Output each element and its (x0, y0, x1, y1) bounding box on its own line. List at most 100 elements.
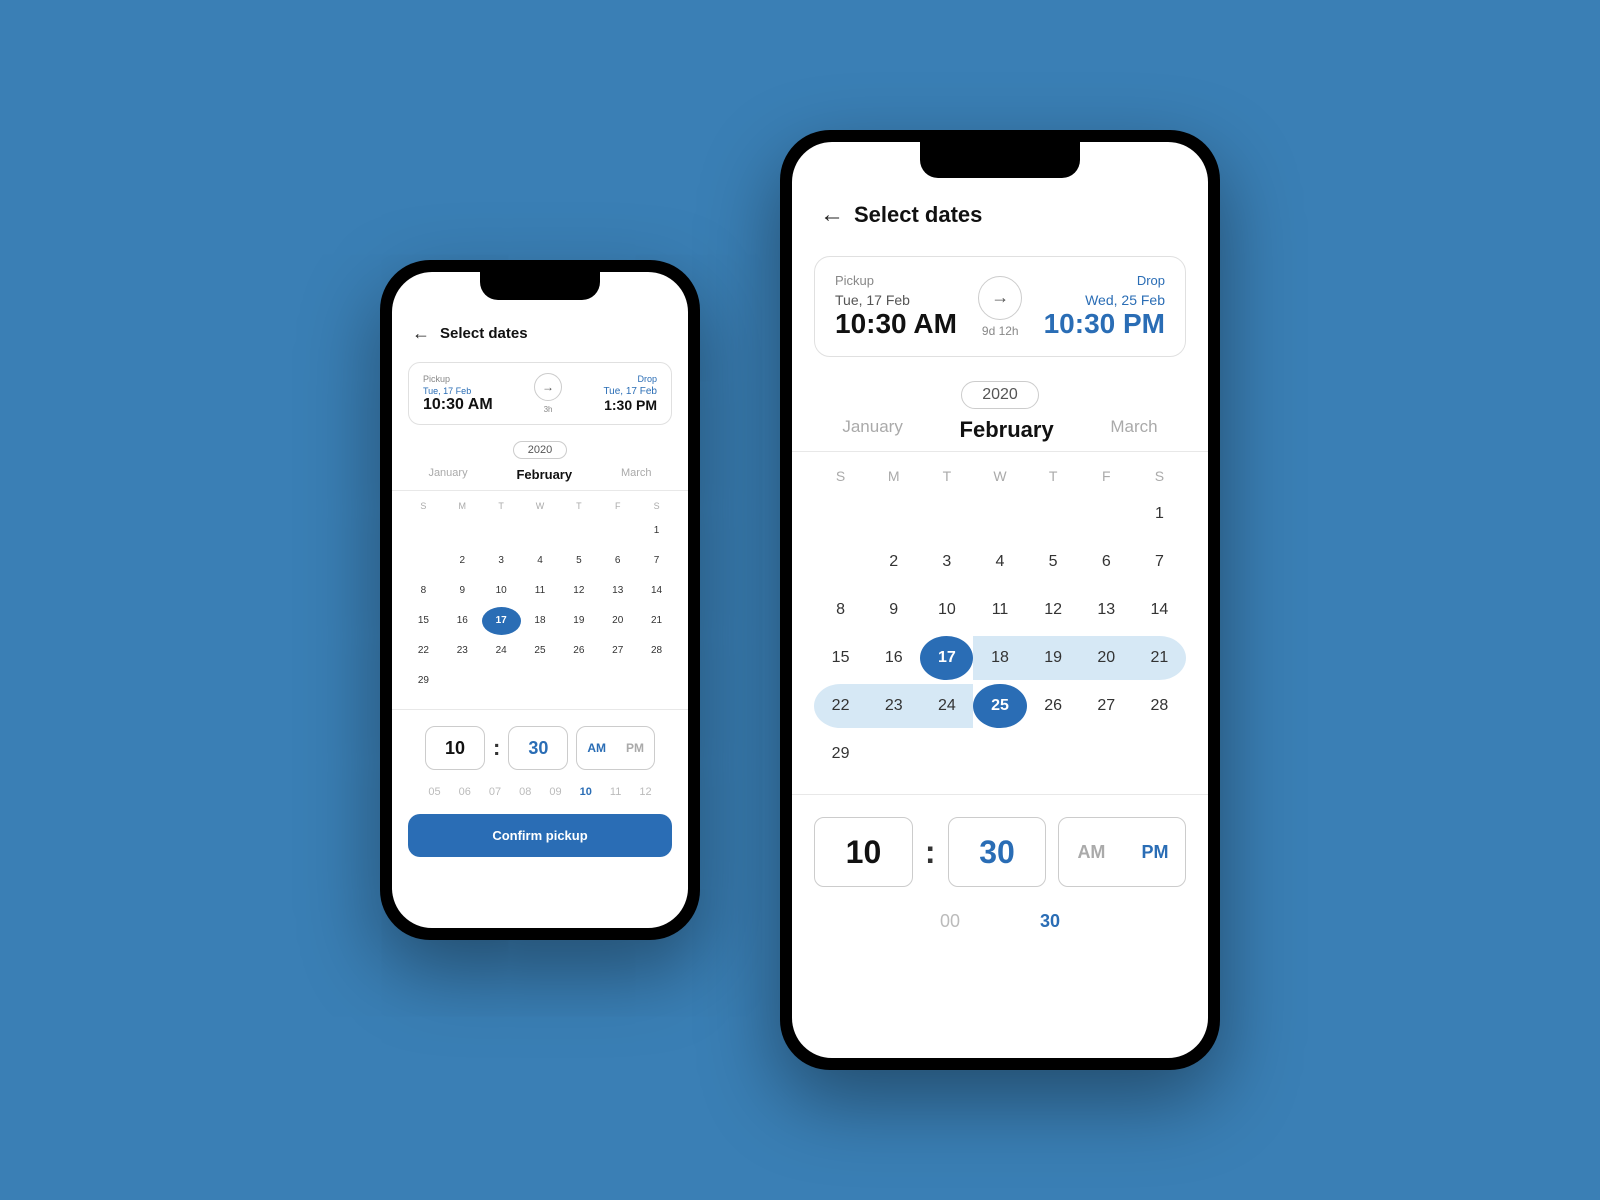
table-row[interactable] (559, 517, 598, 545)
table-row[interactable]: 1 (637, 517, 676, 545)
hour-box-large[interactable]: 10 (814, 817, 913, 887)
scroll-09[interactable]: 09 (549, 786, 561, 798)
scroll-05[interactable]: 05 (428, 786, 440, 798)
drop-time-small: 1:30 PM (603, 397, 657, 413)
table-row[interactable] (482, 517, 521, 545)
table-row[interactable]: 3 (920, 540, 973, 584)
table-row[interactable]: 8 (814, 588, 867, 632)
table-row[interactable]: 1 (1133, 492, 1186, 536)
table-row[interactable]: 12 (559, 577, 598, 605)
arrow-icon-small: → (534, 373, 562, 401)
table-row[interactable]: 10 (482, 577, 521, 605)
table-row[interactable]: 19 (1027, 636, 1080, 680)
table-row[interactable]: 19 (559, 607, 598, 635)
am-button-large[interactable]: AM (1059, 818, 1123, 886)
table-row[interactable]: 18 (973, 636, 1026, 680)
calendar-small: 2020 January February March S M T W T F … (392, 433, 688, 703)
confirm-pickup-button-small[interactable]: Confirm pickup (408, 814, 672, 857)
table-row[interactable]: 9 (443, 577, 482, 605)
month-feb-small[interactable]: February (516, 467, 572, 482)
table-row[interactable]: 8 (404, 577, 443, 605)
month-jan-large[interactable]: January (842, 417, 902, 443)
table-row[interactable]: 3 (482, 547, 521, 575)
table-row[interactable]: 24 (482, 637, 521, 665)
table-row[interactable]: 25 (521, 637, 560, 665)
table-row[interactable]: 21 (1133, 636, 1186, 680)
table-row[interactable]: 15 (404, 607, 443, 635)
table-row[interactable] (404, 547, 443, 575)
table-row[interactable]: 20 (598, 607, 637, 635)
table-row[interactable]: 11 (521, 577, 560, 605)
table-row[interactable]: 7 (1133, 540, 1186, 584)
dhl-w: W (973, 464, 1026, 488)
table-row[interactable]: 24 (920, 684, 973, 728)
table-row[interactable]: 28 (637, 637, 676, 665)
table-row[interactable]: 23 (443, 637, 482, 665)
table-row[interactable] (521, 517, 560, 545)
back-button-small[interactable]: ← (412, 324, 430, 342)
table-row[interactable]: 16 (867, 636, 920, 680)
table-row[interactable]: 7 (637, 547, 676, 575)
table-row (867, 732, 920, 776)
table-row[interactable]: 27 (1080, 684, 1133, 728)
table-row[interactable]: 6 (598, 547, 637, 575)
pm-button-large[interactable]: PM (1123, 818, 1186, 886)
table-row[interactable]: 21 (637, 607, 676, 635)
table-row[interactable]: 16 (443, 607, 482, 635)
table-row[interactable]: 27 (598, 637, 637, 665)
pm-button-small[interactable]: PM (616, 727, 654, 769)
selected-start-17[interactable]: 17 (920, 636, 973, 680)
table-row[interactable] (598, 517, 637, 545)
month-mar-small[interactable]: March (621, 467, 652, 482)
scroll-11[interactable]: 11 (610, 786, 621, 798)
scroll-08[interactable]: 08 (519, 786, 531, 798)
table-row[interactable]: 29 (814, 732, 867, 776)
table-row[interactable]: 2 (867, 540, 920, 584)
table-row[interactable]: 12 (1027, 588, 1080, 632)
table-row[interactable]: 29 (404, 667, 443, 695)
table-row[interactable]: 18 (521, 607, 560, 635)
table-row[interactable]: 23 (867, 684, 920, 728)
table-row[interactable]: 4 (521, 547, 560, 575)
table-row[interactable]: 9 (867, 588, 920, 632)
dh-m: M (443, 499, 482, 513)
table-row[interactable]: 14 (1133, 588, 1186, 632)
table-row[interactable]: 2 (443, 547, 482, 575)
selected-end-25[interactable]: 25 (973, 684, 1026, 728)
scroll-12[interactable]: 12 (639, 786, 651, 798)
hour-box-small[interactable]: 10 (425, 726, 485, 770)
scroll-30-active[interactable]: 30 (1040, 911, 1060, 932)
table-row[interactable]: 22 (814, 684, 867, 728)
table-row[interactable]: 11 (973, 588, 1026, 632)
table-row[interactable]: 4 (973, 540, 1026, 584)
year-row-large: 2020 (814, 381, 1186, 409)
table-row[interactable]: 20 (1080, 636, 1133, 680)
table-row[interactable]: 13 (598, 577, 637, 605)
month-feb-large[interactable]: February (960, 417, 1054, 443)
back-button-large[interactable]: ← (820, 203, 844, 227)
scroll-07[interactable]: 07 (489, 786, 501, 798)
minutes-box-large[interactable]: 30 (948, 817, 1047, 887)
table-row[interactable]: 28 (1133, 684, 1186, 728)
table-row[interactable]: 14 (637, 577, 676, 605)
table-row[interactable]: 26 (1027, 684, 1080, 728)
month-jan-small[interactable]: January (428, 467, 467, 482)
table-row[interactable]: 22 (404, 637, 443, 665)
minutes-box-small[interactable]: 30 (508, 726, 568, 770)
table-row[interactable]: 26 (559, 637, 598, 665)
table-row[interactable]: 13 (1080, 588, 1133, 632)
table-row[interactable]: 5 (1027, 540, 1080, 584)
table-row[interactable]: 17 (482, 607, 521, 635)
am-button-small[interactable]: AM (577, 727, 616, 769)
scroll-10-active[interactable]: 10 (580, 786, 592, 798)
table-row[interactable]: 10 (920, 588, 973, 632)
scroll-00[interactable]: 00 (940, 911, 960, 932)
table-row[interactable] (443, 517, 482, 545)
screen-small: ← Select dates Pickup Tue, 17 Feb 10:30 … (392, 272, 688, 928)
month-mar-large[interactable]: March (1110, 417, 1157, 443)
table-row[interactable]: 15 (814, 636, 867, 680)
table-row[interactable] (404, 517, 443, 545)
table-row[interactable]: 5 (559, 547, 598, 575)
scroll-06[interactable]: 06 (459, 786, 471, 798)
table-row[interactable]: 6 (1080, 540, 1133, 584)
